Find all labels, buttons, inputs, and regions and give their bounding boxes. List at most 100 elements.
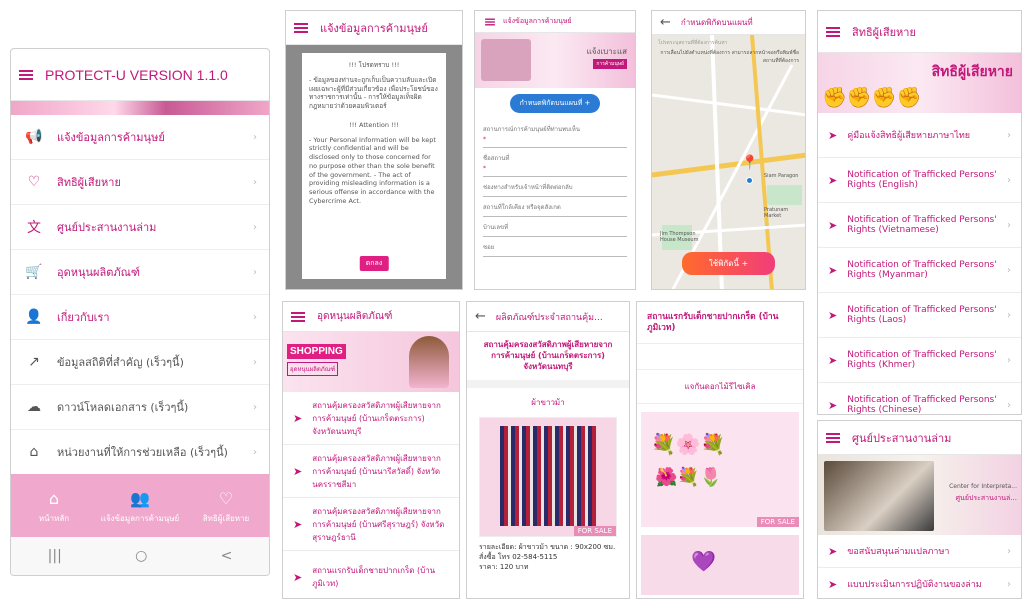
use-location-button[interactable]: ใช้พิกัดนี้ +: [682, 252, 775, 275]
shop-item-ban-phumivet[interactable]: ➤ สถานแรกรับเด็กชายปากเกร็ด (บ้านภูมิเวท): [283, 551, 459, 598]
dialog-title-english: !!! Attention !!!: [349, 120, 399, 129]
bottom-tab-bar: ⌂ หน้าหลัก 👥 แจ้งข้อมูลการค้ามนุษย์ ♡ สิ…: [11, 474, 269, 539]
dialog-title-thai: !!! โปรดทราบ !!!: [348, 61, 400, 69]
hamburger-menu-icon[interactable]: [826, 432, 840, 443]
required-marker: *: [483, 165, 486, 172]
interpreter-item-evaluation[interactable]: ➤ แบบประเมินการปฏิบัติงานของล่าม ›: [818, 568, 1021, 598]
chevron-right-icon: ›: [1007, 354, 1011, 366]
form-field-place-name[interactable]: ชื่อสถานที่ *: [483, 148, 627, 177]
send-icon: ➤: [828, 544, 838, 558]
send-icon: ➤: [828, 308, 838, 322]
rights-item-khmer[interactable]: ➤ Notification of Trafficked Persons' Rig…: [818, 338, 1021, 383]
menu-item-label: อุดหนุนผลิตภัณฑ์: [57, 266, 140, 279]
hamburger-menu-icon[interactable]: [19, 69, 33, 80]
tab-home[interactable]: ⌂ หน้าหลัก: [11, 474, 97, 539]
screen-header: ศูนย์ประสานงานล่าม: [818, 421, 1021, 455]
menu-item-agencies[interactable]: ⌂ หน่วยงานที่ให้การช่วยเหลือ (เร็วๆนี้) …: [11, 430, 269, 475]
locate-on-map-button[interactable]: กำหนดพิกัดบนแผนที่ +: [510, 94, 600, 113]
chevron-right-icon: ›: [253, 401, 257, 413]
rights-item-vietnamese[interactable]: ➤ Notification of Trafficked Persons' Rig…: [818, 203, 1021, 248]
screen-header: แจ้งข้อมูลการค้ามนุษย์: [286, 11, 462, 45]
tab-label: หน้าหลัก: [38, 513, 70, 523]
list-item-label: Notification of Trafficked Persons' Righ…: [847, 170, 997, 190]
map-screen: ← กำหนดพิกัดบนแผนที่ โปรดระบุสถานที่ที่ต…: [651, 10, 806, 290]
tab-rights[interactable]: ♡ สิทธิผู้เสียหาย: [183, 474, 269, 539]
back-arrow-icon[interactable]: ←: [475, 309, 486, 324]
rights-item-thai[interactable]: ➤ คู่มือแจ้งสิทธิผู้เสียหายภาษาไทย ›: [818, 113, 1021, 158]
hamburger-menu-icon[interactable]: [826, 26, 840, 37]
rights-item-english[interactable]: ➤ Notification of Trafficked Persons' Rig…: [818, 158, 1021, 203]
menu-item-about[interactable]: 👤 เกี่ยวกับเรา ›: [11, 295, 269, 340]
tab-report[interactable]: 👥 แจ้งข้อมูลการค้ามนุษย์: [97, 474, 183, 539]
back-arrow-icon[interactable]: ←: [660, 15, 671, 30]
rights-item-myanmar[interactable]: ➤ Notification of Trafficked Persons' Rig…: [818, 248, 1021, 293]
form-field-contact[interactable]: ช่องทางสำหรับเจ้าหน้าที่ติดต่อกลับ: [483, 177, 627, 197]
flower-product-screen: สถานแรกรับเด็กชายปากเกร็ด (บ้านภูมิเวท) …: [636, 301, 804, 599]
send-icon: ➤: [828, 263, 838, 277]
hamburger-menu-icon[interactable]: [485, 18, 495, 25]
shop-screen: อุดหนุนผลิตภัณฑ์ SHOPPING อุดหนุนผลิตภัณ…: [282, 301, 460, 599]
form-field-situation[interactable]: สถานการณ์การค้ามนุษย์ที่ท่านพบเห็น *: [483, 119, 627, 148]
product-name: แจกันดอกไม้รีไซเคิล: [637, 370, 803, 404]
product-screen: ← ผลิตภัณฑ์ประจำสถานคุ้ม... สถานคุ้มครอง…: [466, 301, 630, 599]
shop-item-ban-sri-surat[interactable]: ➤ สถานคุ้มครองสวัสดิภาพผู้เสียหายจากการค้…: [283, 498, 459, 551]
menu-item-label: ดาวน์โหลดเอกสาร (เร็วๆนี้): [57, 401, 189, 414]
send-icon: ➤: [293, 570, 303, 584]
menu-item-report[interactable]: 📢 แจ้งข้อมูลการค้ามนุษย์ ›: [11, 115, 269, 160]
recent-apps-button[interactable]: |||: [48, 548, 62, 564]
rights-banner: ✊✊✊✊ สิทธิผู้เสียหาย: [818, 53, 1021, 113]
map-label: Pratunam Market: [764, 207, 789, 219]
ok-button[interactable]: ตกลง: [359, 255, 389, 271]
shop-item-ban-naree-sawat[interactable]: ➤ สถานคุ้มครองสวัสดิภาพผู้เสียหายจากการค้…: [283, 445, 459, 498]
banner-title: Center for Interpreta...: [949, 483, 1017, 490]
banner-title: SHOPPING: [287, 344, 346, 359]
menu-item-label: ศูนย์ประสานงานล่าม: [57, 221, 157, 234]
hamburger-menu-icon[interactable]: [294, 22, 308, 33]
menu-item-rights[interactable]: ♡ สิทธิผู้เสียหาย ›: [11, 160, 269, 205]
back-button[interactable]: <: [221, 548, 233, 564]
map-hint-text: การเลื่อนไปยังตำแหน่งที่ต้องการ สามารถลา…: [660, 50, 799, 64]
map-search-input[interactable]: โปรดระบุสถานที่ที่ต้องการค้นหา: [658, 39, 799, 47]
field-label: สถานการณ์การค้ามนุษย์ที่ท่านพบเห็น: [483, 126, 580, 133]
send-icon: ➤: [828, 128, 838, 142]
button-label: ใช้พิกัดนี้: [708, 259, 739, 268]
shop-item-ban-kred-trakarn[interactable]: ➤ สถานคุ้มครองสวัสดิภาพผู้เสียหายจากการค้…: [283, 392, 459, 445]
menu-item-interpreter[interactable]: 文 ศูนย์ประสานงานล่าม ›: [11, 205, 269, 250]
list-item-label: Notification of Trafficked Persons' Righ…: [847, 260, 997, 280]
divider: [637, 344, 803, 370]
send-icon: ➤: [293, 464, 303, 478]
banner-subtitle: การค้ามนุษย์: [593, 59, 627, 69]
menu-item-products[interactable]: 🛒 อุดหนุนผลิตภัณฑ์ ›: [11, 250, 269, 295]
interpreter-item-request[interactable]: ➤ ขอสนับสนุนล่ามแปลภาษา ›: [818, 535, 1021, 568]
banner-title: สิทธิผู้เสียหาย: [931, 64, 1013, 80]
map-view[interactable]: โปรดระบุสถานที่ที่ต้องการค้นหา การเลื่อน…: [652, 34, 805, 289]
meeting-photo: [824, 461, 934, 531]
screen-title: ผลิตภัณฑ์ประจำสถานคุ้ม...: [495, 312, 603, 323]
rights-item-laos[interactable]: ➤ Notification of Trafficked Persons' Rig…: [818, 293, 1021, 338]
chevron-right-icon: ›: [1007, 129, 1011, 141]
dialog-text-thai: - ข้อมูลของท่านจะถูกเก็บเป็นความลับและเป…: [309, 75, 438, 111]
rights-item-chinese[interactable]: ➤ Notification of Trafficked Persons' Rig…: [818, 383, 1021, 415]
product-image: 💐🌸💐 🌺💐🌷 FOR SALE: [641, 411, 799, 527]
field-label: ซอย: [483, 244, 495, 251]
form-field-soi[interactable]: ซอย: [483, 237, 627, 257]
raised-fists-graphic: ✊✊✊✊: [822, 85, 922, 109]
tab-label: สิทธิผู้เสียหาย: [202, 513, 250, 523]
home-button[interactable]: ○: [135, 548, 147, 564]
banner-title: แจ้งเบาะแส: [586, 47, 627, 56]
translate-icon: 文: [27, 220, 41, 236]
list-item-label: Notification of Trafficked Persons' Righ…: [847, 395, 997, 415]
form-field-house-number[interactable]: บ้านเลขที่: [483, 217, 627, 237]
menu-item-downloads[interactable]: ☁ ดาวน์โหลดเอกสาร (เร็วๆนี้) ›: [11, 385, 269, 430]
chevron-right-icon: ›: [253, 176, 257, 188]
field-label: ชื่อสถานที่: [483, 155, 510, 162]
screen-title: สิทธิผู้เสียหาย: [852, 25, 916, 39]
home-icon: ⌂: [29, 444, 39, 460]
menu-item-statistics[interactable]: ↗ ข้อมูลสถิติที่สำคัญ (เร็วๆนี้) ›: [11, 340, 269, 385]
app-title: PROTECT-U VERSION 1.1.0: [45, 66, 228, 83]
tab-label: แจ้งข้อมูลการค้ามนุษย์: [100, 513, 180, 523]
form-field-landmark[interactable]: สถานที่ใกล้เคียง หรือจุดสังเกต: [483, 197, 627, 217]
flower-vase-graphic: 💐🌸💐: [651, 431, 726, 456]
hamburger-menu-icon[interactable]: [291, 311, 305, 322]
product-image: FOR SALE: [479, 417, 617, 538]
